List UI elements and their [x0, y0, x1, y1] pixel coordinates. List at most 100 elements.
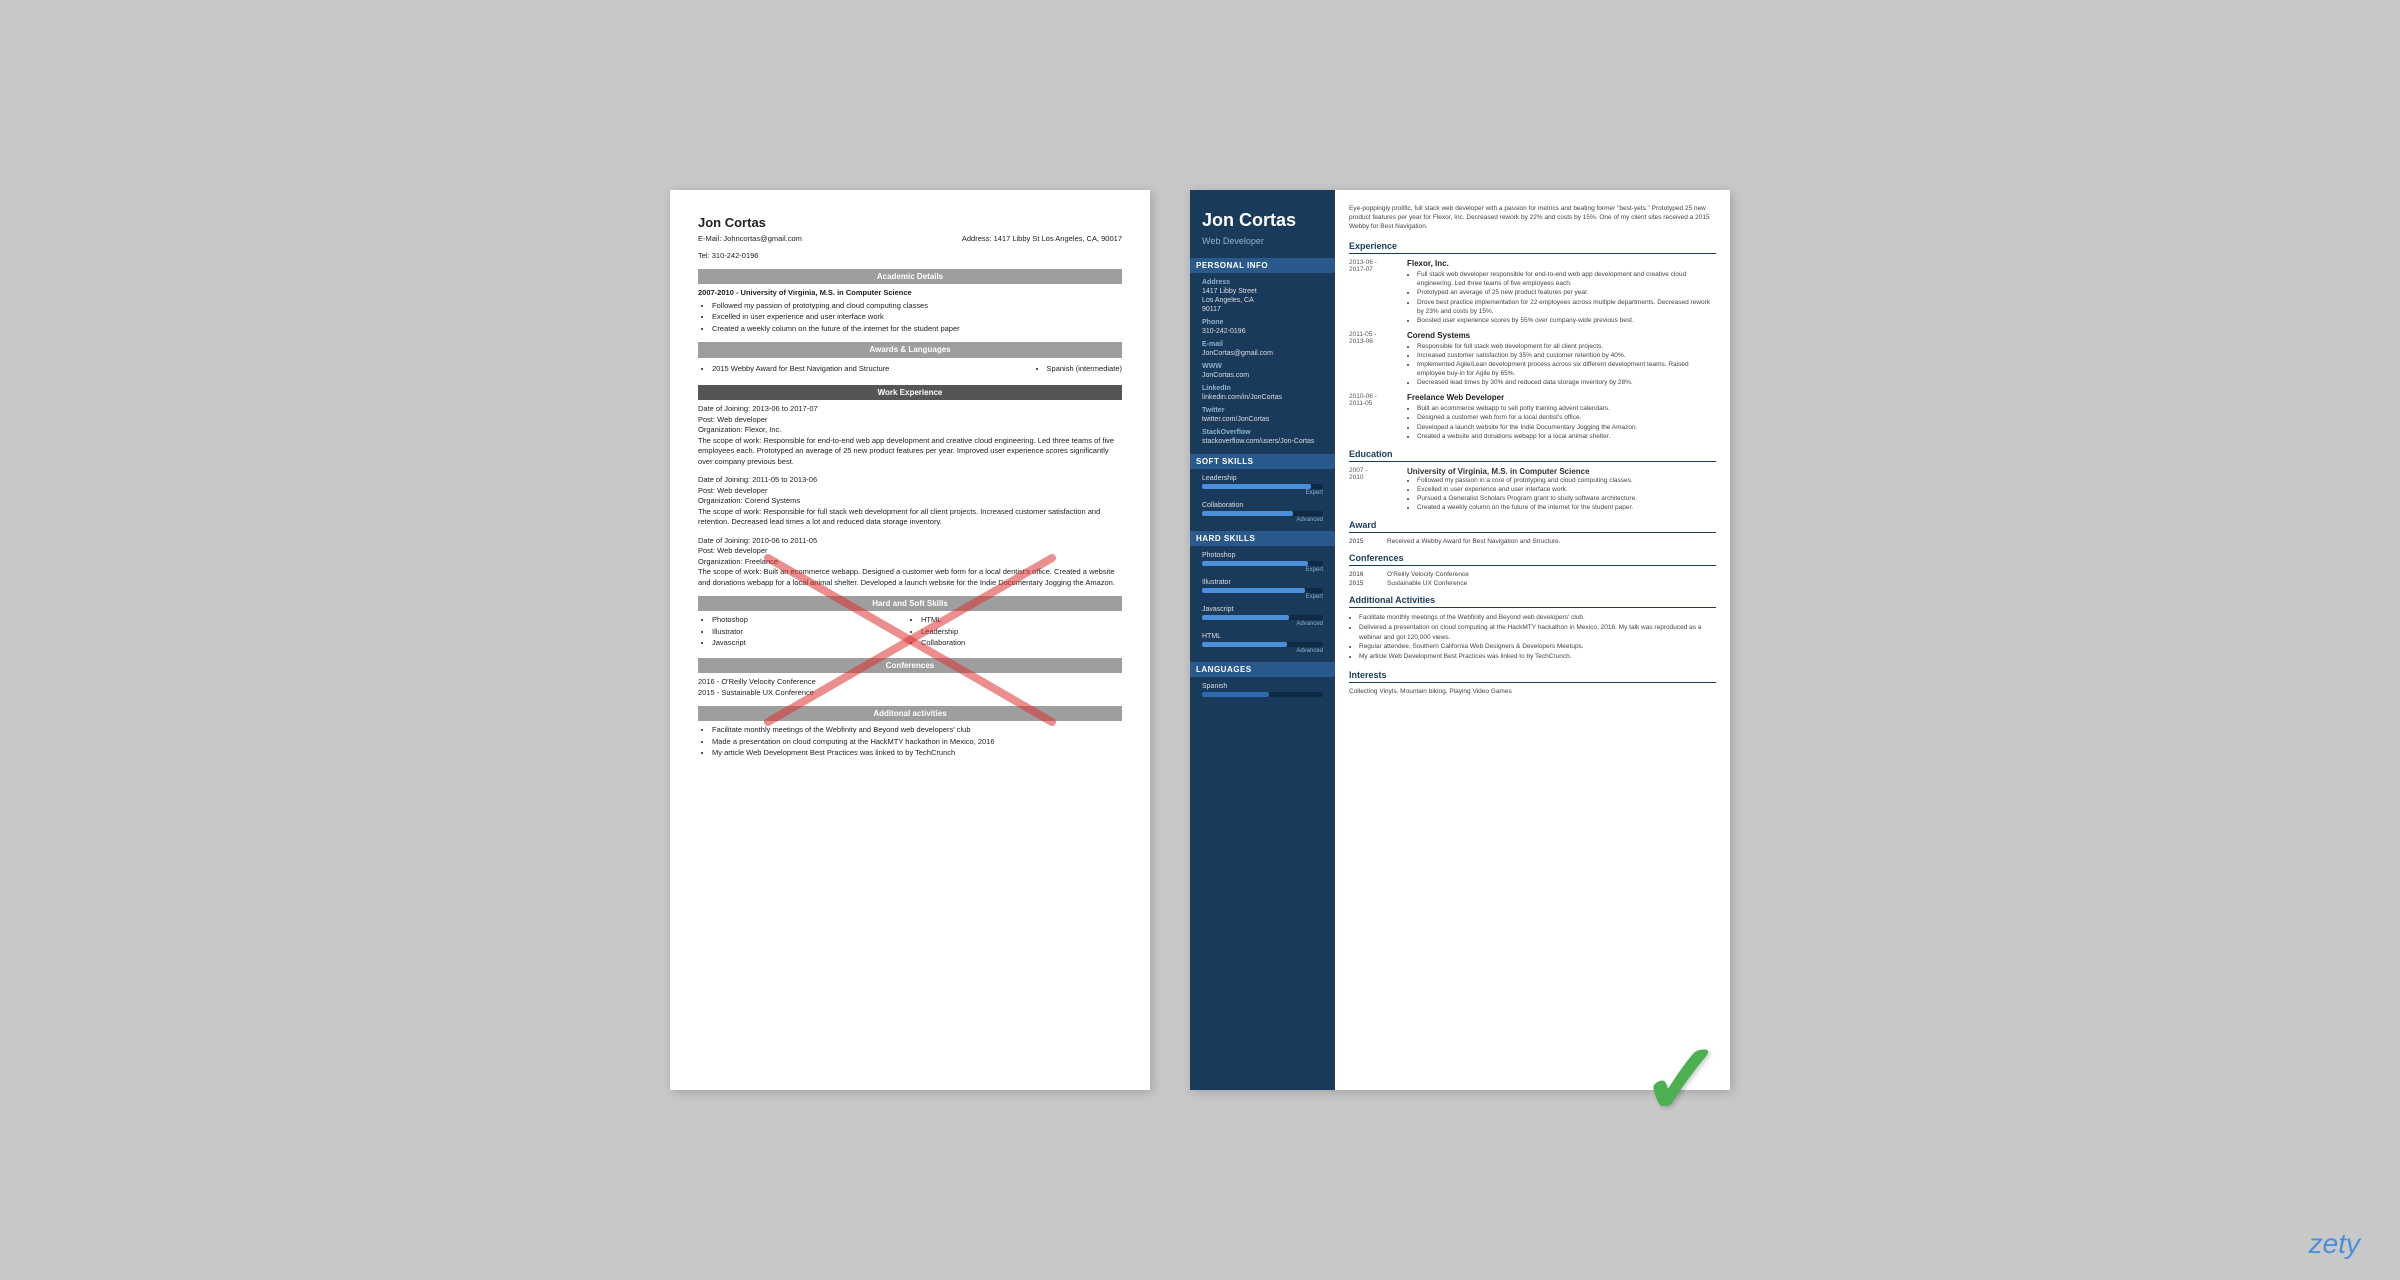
leadership-bar-fill	[1202, 484, 1311, 489]
conferences-content: 2016 - O'Reilly Velocity Conference 2015…	[698, 677, 1122, 698]
job1-date: Date of Joining: 2013-06 to 2017-07	[698, 404, 1122, 415]
job1-scope: The scope of work: Responsible for end-t…	[698, 436, 1122, 468]
experience-title: Experience	[1349, 241, 1716, 254]
academic-bullet-3: Created a weekly column on the future of…	[712, 324, 1122, 335]
award1: 2015 Webby Award for Best Navigation and…	[712, 364, 889, 375]
right-name: Jon Cortas	[1202, 210, 1323, 232]
j1b4: Boosted user experience scores by 55% ov…	[1417, 316, 1716, 325]
edu-bullets: Followed my passion in a core of prototy…	[1407, 476, 1716, 512]
stackoverflow-label: StackOverflow	[1202, 429, 1323, 436]
conferences-title: Conferences	[1349, 553, 1716, 566]
page-container: Jon Cortas E-Mail: Johncortas@gmail.com …	[0, 0, 2400, 1280]
act3: Regular attendee, Southern California We…	[1359, 642, 1716, 652]
act4: My article Web Development Best Practice…	[1359, 652, 1716, 662]
job1-bullets: Full stack web developer responsible for…	[1407, 270, 1716, 325]
left-tel: Tel: 310-242-0196	[698, 251, 1122, 262]
left-address: Address: 1417 Libby St Los Angeles, CA, …	[962, 234, 1122, 245]
left-contact: E-Mail: Johncortas@gmail.com Address: 14…	[698, 234, 1122, 245]
job3-company: Freelance Web Developer	[1407, 393, 1716, 402]
j3b3: Developed a launch website for the Indie…	[1417, 423, 1716, 432]
j3b2: Designed a customer web form for a local…	[1417, 413, 1716, 422]
job3-post: Post: Web developer	[698, 546, 1122, 557]
conf1: 2016 - O'Reilly Velocity Conference	[698, 677, 1122, 688]
j2b2: Increased customer satisfaction by 35% a…	[1417, 351, 1716, 360]
resume-good: Jon Cortas Web Developer Personal Info A…	[1190, 190, 1730, 1090]
skill-6: Collaboration	[921, 638, 1122, 649]
collaboration-bar-fill	[1202, 511, 1293, 516]
academic-content: 2007-2010 - University of Virginia, M.S.…	[698, 288, 1122, 334]
work-entry-3: Date of Joining: 2010-06 to 2011-05 Post…	[698, 536, 1122, 589]
activities-title: Additional Activities	[1349, 595, 1716, 608]
skill-5: Leadership	[921, 627, 1122, 638]
job1-date: 2013-06 -	[1349, 259, 1399, 266]
work-content: Date of Joining: 2013-06 to 2017-07 Post…	[698, 404, 1122, 588]
skill-illustrator: Illustrator Expert	[1202, 579, 1323, 600]
left-email: E-Mail: Johncortas@gmail.com	[698, 234, 802, 245]
personal-info-title: Personal Info	[1190, 258, 1335, 273]
work-entry-2: Date of Joining: 2011-05 to 2013-06 Post…	[698, 475, 1122, 528]
skill-3: Javascript	[712, 638, 913, 649]
job2-company: Corend Systems	[1407, 331, 1716, 340]
job2-org: Organization: Corend Systems	[698, 496, 1122, 507]
language1: Spanish (intermediate)	[1047, 364, 1122, 375]
zety-brand: zety	[2309, 1228, 2360, 1260]
j2b4: Decreased lead times by 30% and reduced …	[1417, 378, 1716, 387]
activities-list: Facilitate monthly meetings of the Webfi…	[1349, 613, 1716, 662]
skills-list: Photoshop Illustrator Javascript HTML Le…	[698, 615, 1122, 650]
skill-1: Photoshop	[712, 615, 913, 626]
activities-section-header: Additonal activities	[698, 706, 1122, 721]
stackoverflow-value: stackoverflow.com/users/Jon-Cortas	[1202, 437, 1323, 446]
www-label: WWW	[1202, 363, 1323, 370]
skill-photoshop: Photoshop Expert	[1202, 552, 1323, 573]
j1b3: Drove best practice implementation for 2…	[1417, 298, 1716, 316]
academic-item1: 2007-2010 - University of Virginia, M.S.…	[698, 288, 1122, 299]
linkedin-label: LinkedIn	[1202, 385, 1323, 392]
left-name: Jon Cortas	[698, 214, 1122, 232]
conferences-section-header: Conferences	[698, 658, 1122, 673]
work-entry-1: Date of Joining: 2013-06 to 2017-07 Post…	[698, 404, 1122, 467]
eb2: Excelled in user experience and user int…	[1417, 485, 1716, 494]
linkedin-value: linkedin.com/in/JonCortas	[1202, 393, 1323, 402]
j3b1: Built an ecommerce webapp to sell potty …	[1417, 404, 1716, 413]
edu-entry-1: 2007 - 2010 University of Virginia, M.S.…	[1349, 467, 1716, 512]
job3-date: Date of Joining: 2010-06 to 2011-05	[698, 536, 1122, 547]
twitter-label: Twitter	[1202, 407, 1323, 414]
education-title: Education	[1349, 449, 1716, 462]
act2: Made a presentation on cloud computing a…	[712, 737, 1122, 748]
act1: Facilitate monthly meetings of the Webfi…	[712, 725, 1122, 736]
award-title: Award	[1349, 520, 1716, 533]
j2b1: Responsible for full stack web developme…	[1417, 342, 1716, 351]
skill-collaboration: Collaboration Advanced	[1202, 502, 1323, 523]
act3: My article Web Development Best Practice…	[712, 748, 1122, 759]
academic-bullet-2: Excelled in user experience and user int…	[712, 312, 1122, 323]
leadership-bar-bg	[1202, 484, 1323, 489]
academic-bullets: Followed my passion of prototyping and c…	[698, 301, 1122, 335]
interests-text: Collecting Vinyls, Mountain biking, Play…	[1349, 688, 1716, 695]
twitter-value: twitter.com/JonCortas	[1202, 415, 1323, 424]
j3b4: Created a website and donations webapp f…	[1417, 432, 1716, 441]
eb4: Created a weekly column on the future of…	[1417, 503, 1716, 512]
phone-value: 310-242-0196	[1202, 327, 1323, 336]
academic-section-header: Academic Details	[698, 269, 1122, 284]
act2: Delivered a presentation on cloud comput…	[1359, 623, 1716, 643]
awards-content: 2015 Webby Award for Best Navigation and…	[698, 362, 1122, 378]
activities-content: Facilitate monthly meetings of the Webfi…	[698, 725, 1122, 759]
phone-label: Phone	[1202, 319, 1323, 326]
job2-bullets: Responsible for full stack web developme…	[1407, 342, 1716, 387]
skill-javascript: Javascript Advanced	[1202, 606, 1323, 627]
job1-company: Flexor, Inc.	[1407, 259, 1716, 268]
job3-org: Organization: Freelance	[698, 557, 1122, 568]
job3-scope: The scope of work: Built an ecommerce we…	[698, 567, 1122, 588]
award-entry-1: 2015 Received a Webby Award for Best Nav…	[1349, 538, 1716, 545]
skill-html: HTML Advanced	[1202, 633, 1323, 654]
conf-entry-2: 2015 Sustainable UX Conference	[1349, 580, 1716, 587]
job-entry-1: 2013-06 - 2017-07 Flexor, Inc. Full stac…	[1349, 259, 1716, 325]
job2-scope: The scope of work: Responsible for full …	[698, 507, 1122, 528]
job2-post: Post: Web developer	[698, 486, 1122, 497]
skill-leadership: Leadership Expert	[1202, 475, 1323, 496]
soft-skills-title: Soft Skills	[1190, 454, 1335, 469]
summary: Eye-poppingly prolific, full stack web d…	[1349, 204, 1716, 231]
job1-post: Post: Web developer	[698, 415, 1122, 426]
act1: Facilitate monthly meetings of the Webfi…	[1359, 613, 1716, 623]
address-value: 1417 Libby StreetLos Angeles, CA90117	[1202, 287, 1323, 314]
